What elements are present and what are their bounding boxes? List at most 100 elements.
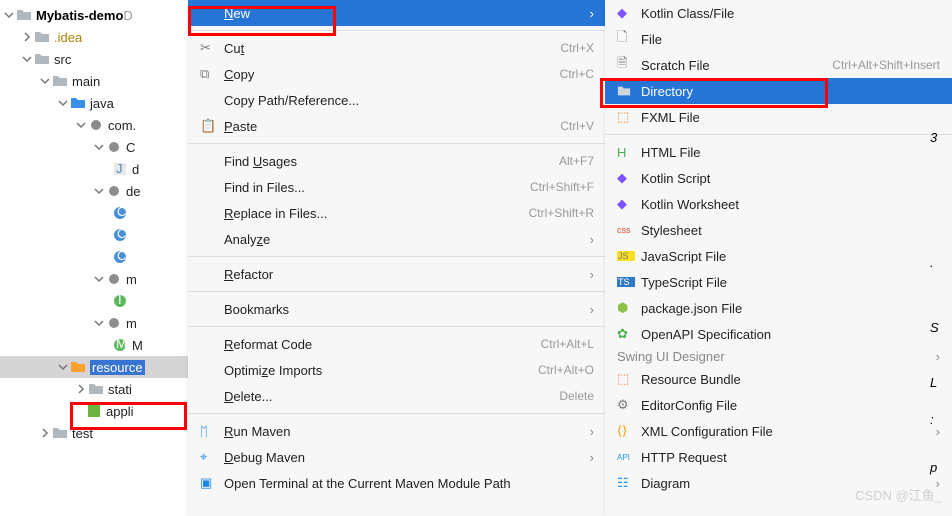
menu-label: Scratch File [641, 58, 832, 73]
svg-text:C: C [117, 205, 126, 219]
tree-root[interactable]: Mybatis-demo D [0, 4, 189, 26]
tree-file[interactable]: M M [0, 334, 189, 356]
new-scratch[interactable]: 🗎Scratch FileCtrl+Alt+Shift+Insert [605, 52, 952, 78]
shortcut: Ctrl+Alt+O [538, 363, 594, 377]
new-openapi[interactable]: ✿OpenAPI Specification [605, 321, 952, 347]
new-js[interactable]: JSJavaScript File [605, 243, 952, 269]
tree-label: appli [106, 404, 133, 419]
tree-label: java [90, 96, 114, 111]
chevron-down-icon [4, 10, 14, 20]
new-ts[interactable]: TS TypeScript File [605, 269, 952, 295]
new-package-json[interactable]: ⬢package.json File [605, 295, 952, 321]
new-html[interactable]: HHTML File [605, 139, 952, 165]
new-resource-bundle[interactable]: ⬚Resource Bundle [605, 366, 952, 392]
new-editorconfig[interactable]: ⚙EditorConfig File [605, 392, 952, 418]
menu-label: Optimize Imports [224, 363, 538, 378]
tree-resources-selected[interactable]: resource [0, 356, 189, 378]
tree-pkg[interactable]: m [0, 312, 189, 334]
menu-find-in-files[interactable]: Find in Files...Ctrl+Shift+F [188, 174, 606, 200]
tree-file[interactable]: C [0, 202, 189, 224]
menu-label: Bookmarks [224, 302, 584, 317]
maven-icon: ᛖ [200, 424, 218, 439]
context-menu[interactable]: New › ✂ CutCtrl+X ⧉CopyCtrl+C Copy Path/R… [188, 0, 606, 516]
package-icon [88, 117, 104, 133]
svg-text:C: C [117, 227, 126, 241]
tree-main[interactable]: main [0, 70, 189, 92]
terminal-icon: ▣ [200, 475, 218, 491]
shortcut: Ctrl+Shift+R [529, 206, 594, 220]
menu-analyze[interactable]: Analyze› [188, 226, 606, 252]
char: : [930, 412, 934, 427]
tree-idea[interactable]: .idea [0, 26, 189, 48]
new-fxml[interactable]: ⬚FXML File [605, 104, 952, 130]
menu-reformat[interactable]: Reformat CodeCtrl+Alt+L [188, 331, 606, 357]
menu-separator [605, 134, 952, 135]
menu-copy-path[interactable]: Copy Path/Reference... [188, 87, 606, 113]
new-http-request[interactable]: API HTTP Request [605, 444, 952, 470]
menu-refactor[interactable]: Refactor› [188, 261, 606, 287]
resources-folder-icon [70, 359, 86, 375]
shortcut: Alt+F7 [559, 154, 594, 168]
menu-label: HTTP Request [641, 450, 940, 465]
tree-pkg[interactable]: m [0, 268, 189, 290]
http-icon: API [617, 453, 635, 462]
swing-section: Swing UI Designer› [605, 347, 952, 366]
tree-src[interactable]: src [0, 48, 189, 70]
menu-copy[interactable]: ⧉CopyCtrl+C [188, 61, 606, 87]
menu-find-usages[interactable]: Find UsagesAlt+F7 [188, 148, 606, 174]
menu-open-terminal[interactable]: ▣Open Terminal at the Current Maven Modu… [188, 470, 606, 496]
menu-paste[interactable]: 📋PasteCtrl+V [188, 113, 606, 139]
tree-label: com. [108, 118, 136, 133]
menu-new[interactable]: New › [188, 0, 606, 26]
menu-label: Cut [224, 41, 560, 56]
new-xml-config[interactable]: ⟨⟩XML Configuration File› [605, 418, 952, 444]
tree-file[interactable]: J d [0, 158, 189, 180]
cut-icon: ✂ [200, 40, 218, 56]
ts-icon: TS [617, 277, 635, 287]
tree-file[interactable]: C [0, 246, 189, 268]
menu-bookmarks[interactable]: Bookmarks› [188, 296, 606, 322]
submenu-arrow-icon: › [590, 6, 594, 21]
tree-pkg[interactable]: de [0, 180, 189, 202]
new-kotlin-class[interactable]: ◆Kotlin Class/File [605, 0, 952, 26]
tree-label: C [126, 140, 135, 155]
class-icon: C [112, 249, 128, 265]
tree-label: m [126, 272, 137, 287]
source-folder-icon [70, 95, 86, 111]
new-kotlin-worksheet[interactable]: ◆Kotlin Worksheet [605, 191, 952, 217]
char: p [930, 460, 937, 475]
menu-label: TypeScript File [641, 275, 940, 290]
tree-pkg[interactable]: C [0, 136, 189, 158]
menu-label: OpenAPI Specification [641, 327, 940, 342]
tree-file[interactable]: I [0, 290, 189, 312]
project-tree[interactable]: Mybatis-demo D .idea src main java com. [0, 0, 190, 516]
menu-label: package.json File [641, 301, 940, 316]
menu-label: Copy [224, 67, 560, 82]
shortcut: Ctrl+Alt+Shift+Insert [832, 58, 940, 72]
tree-root-suffix: D [123, 8, 132, 23]
new-directory[interactable]: Directory [605, 78, 952, 104]
menu-run-maven[interactable]: ᛖRun Maven› [188, 418, 606, 444]
tree-label: resource [90, 360, 145, 375]
menu-delete[interactable]: Delete...Delete [188, 383, 606, 409]
menu-label: Directory [641, 84, 940, 99]
menu-replace-in-files[interactable]: Replace in Files...Ctrl+Shift+R [188, 200, 606, 226]
menu-cut[interactable]: ✂ CutCtrl+X [188, 35, 606, 61]
chevron-down-icon [40, 76, 50, 86]
new-stylesheet[interactable]: cssStylesheet [605, 217, 952, 243]
new-kotlin-script[interactable]: ◆Kotlin Script [605, 165, 952, 191]
tree-static[interactable]: stati [0, 378, 189, 400]
shortcut: Ctrl+X [560, 41, 594, 55]
tree-pkg[interactable]: com. [0, 114, 189, 136]
tree-test[interactable]: test [0, 422, 189, 444]
new-submenu[interactable]: ◆Kotlin Class/File 🗋File 🗎Scratch FileCt… [605, 0, 952, 516]
menu-optimize-imports[interactable]: Optimize ImportsCtrl+Alt+O [188, 357, 606, 383]
menu-label: Delete... [224, 389, 559, 404]
tree-java[interactable]: java [0, 92, 189, 114]
tree-file[interactable]: C [0, 224, 189, 246]
tree-applic[interactable]: appli [0, 400, 189, 422]
menu-debug-maven[interactable]: ⌖Debug Maven› [188, 444, 606, 470]
menu-separator [188, 326, 606, 327]
menu-label: Stylesheet [641, 223, 940, 238]
new-file[interactable]: 🗋File [605, 26, 952, 52]
